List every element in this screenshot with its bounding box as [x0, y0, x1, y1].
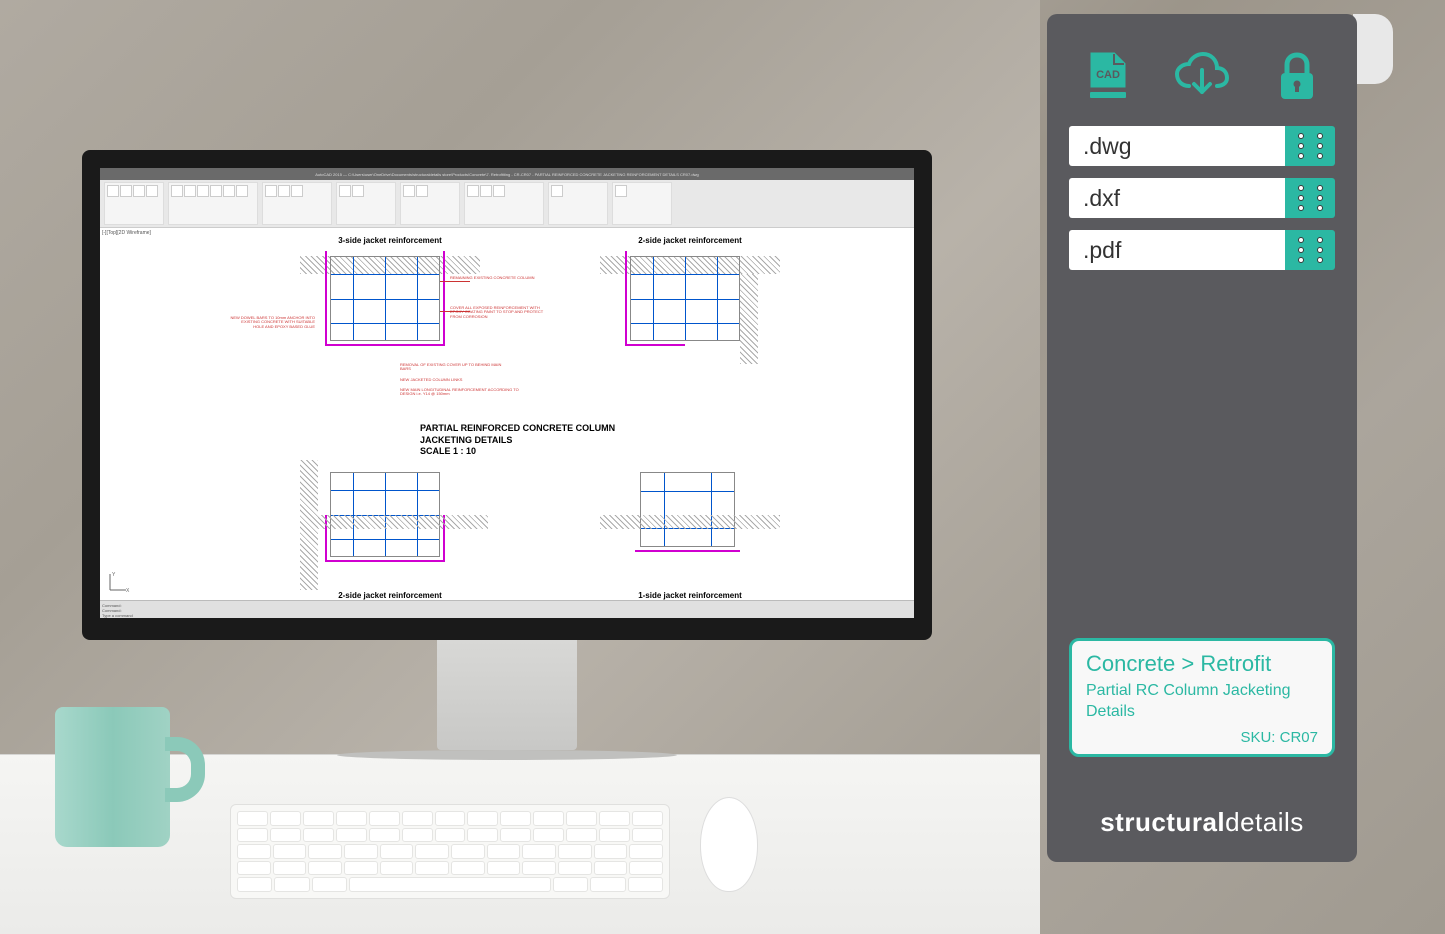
- drawing-1side: 1-side jacket reinforcement: [600, 460, 780, 590]
- note-mainbars: NEW MAIN LONGITUDINAL REINFORCEMENT ACCO…: [400, 388, 520, 397]
- ribbon-button[interactable]: [403, 185, 415, 197]
- monitor-base: [337, 750, 677, 760]
- product-panel: CAD .dwg .dxf: [1047, 14, 1357, 862]
- note-remaining: REMAINING EXISTING CONCRETE COLUMN: [450, 276, 540, 280]
- note-links: NEW JACKETED COLUMN LINKS: [400, 378, 510, 382]
- ribbon-group-layers[interactable]: [262, 182, 332, 225]
- drawing-2side-bl: 2-side jacket reinforcement: [300, 460, 480, 590]
- note-dowel: NEW DOWEL BARS TO 10mm ANCHOR INTO EXIST…: [230, 316, 315, 329]
- ribbon-group-modify[interactable]: [168, 182, 258, 225]
- ribbon-button[interactable]: [291, 185, 303, 197]
- drawing-title: 1-side jacket reinforcement: [600, 591, 780, 600]
- spiral-binding-icon: [1285, 126, 1335, 166]
- cad-titlebar[interactable]: AutoCAD 2015 — C:\Users\user\OneDrive\Do…: [100, 168, 914, 180]
- svg-text:Y: Y: [112, 572, 116, 578]
- ribbon-button[interactable]: [197, 185, 209, 197]
- product-card[interactable]: Concrete > Retrofit Partial RC Column Ja…: [1069, 638, 1335, 757]
- format-label: .dxf: [1069, 178, 1285, 218]
- monitor-bezel: AutoCAD 2015 — C:\Users\user\OneDrive\Do…: [82, 150, 932, 640]
- ribbon-button[interactable]: [352, 185, 364, 197]
- ribbon-button[interactable]: [223, 185, 235, 197]
- cad-drawing-canvas[interactable]: [-][Top][2D Wireframe] 3-side jacket rei…: [100, 228, 914, 600]
- cad-application-window[interactable]: AutoCAD 2015 — C:\Users\user\OneDrive\Do…: [100, 168, 914, 618]
- drawing-title: 2-side jacket reinforcement: [300, 591, 480, 600]
- ribbon-group-annotation[interactable]: [336, 182, 396, 225]
- ribbon-button[interactable]: [493, 185, 505, 197]
- cad-ribbon[interactable]: [100, 180, 914, 228]
- spiral-binding-icon: [1285, 178, 1335, 218]
- keyboard: [230, 804, 670, 899]
- breadcrumb: Concrete > Retrofit: [1086, 651, 1318, 677]
- product-title: Partial RC Column Jacketing Details: [1086, 681, 1318, 723]
- ribbon-button[interactable]: [236, 185, 248, 197]
- ribbon-button[interactable]: [416, 185, 428, 197]
- note-cover: COVER ALL EXPOSED REINFORCEMENT WITH EPO…: [450, 306, 545, 319]
- ribbon-group-block[interactable]: [400, 182, 460, 225]
- ribbon-group-draw[interactable]: [104, 182, 164, 225]
- product-sku: SKU: CR07: [1086, 729, 1318, 746]
- spiral-binding-icon: [1285, 230, 1335, 270]
- ribbon-button[interactable]: [210, 185, 222, 197]
- ribbon-button[interactable]: [133, 185, 145, 197]
- panel-tab: [1353, 14, 1393, 84]
- monitor: AutoCAD 2015 — C:\Users\user\OneDrive\Do…: [82, 150, 932, 710]
- ribbon-button[interactable]: [339, 185, 351, 197]
- ribbon-button[interactable]: [146, 185, 158, 197]
- ribbon-button[interactable]: [107, 185, 119, 197]
- svg-text:X: X: [126, 588, 130, 594]
- brand-logo: structuraldetails: [1069, 807, 1335, 838]
- note-removal: REMOVAL OF EXISTING COVER UP TO BEHIND M…: [400, 363, 510, 372]
- format-label: .dwg: [1069, 126, 1285, 166]
- ribbon-button[interactable]: [615, 185, 627, 197]
- cad-file-icon: CAD: [1078, 48, 1136, 106]
- format-dxf[interactable]: .dxf: [1069, 178, 1335, 218]
- desk-scene: AutoCAD 2015 — C:\Users\user\OneDrive\Do…: [0, 0, 1040, 934]
- ribbon-group-clipboard[interactable]: [612, 182, 672, 225]
- drawing-3side: 3-side jacket reinforcement REMAINING EX…: [300, 236, 480, 366]
- cad-command-line[interactable]: Command: Command: Type a command: [100, 600, 914, 618]
- ribbon-button[interactable]: [184, 185, 196, 197]
- format-dwg[interactable]: .dwg: [1069, 126, 1335, 166]
- ribbon-button[interactable]: [265, 185, 277, 197]
- ribbon-button[interactable]: [120, 185, 132, 197]
- monitor-stand: [437, 640, 577, 750]
- svg-text:CAD: CAD: [1096, 69, 1120, 81]
- drawing-2side-tr: 2-side jacket reinforcement: [600, 236, 780, 366]
- lock-icon: [1268, 48, 1326, 106]
- format-pdf[interactable]: .pdf: [1069, 230, 1335, 270]
- ribbon-button[interactable]: [480, 185, 492, 197]
- ucs-icon: Y X: [106, 570, 130, 594]
- coffee-cup: [55, 707, 205, 862]
- ribbon-button[interactable]: [278, 185, 290, 197]
- format-label: .pdf: [1069, 230, 1285, 270]
- drawing-set-title: PARTIAL REINFORCED CONCRETE COLUMN JACKE…: [420, 423, 615, 458]
- drawing-title: 3-side jacket reinforcement: [300, 236, 480, 245]
- ribbon-button[interactable]: [551, 185, 563, 197]
- ribbon-button[interactable]: [467, 185, 479, 197]
- download-cloud-icon: [1173, 48, 1231, 106]
- ribbon-group-utilities[interactable]: [548, 182, 608, 225]
- ribbon-group-properties[interactable]: [464, 182, 544, 225]
- cad-title: AutoCAD 2015 — C:\Users\user\OneDrive\Do…: [315, 172, 698, 177]
- drawing-title: 2-side jacket reinforcement: [600, 236, 780, 245]
- panel-icons-row: CAD: [1069, 48, 1335, 106]
- ribbon-button[interactable]: [171, 185, 183, 197]
- view-mode-label: [-][Top][2D Wireframe]: [102, 230, 151, 236]
- mouse: [700, 797, 758, 892]
